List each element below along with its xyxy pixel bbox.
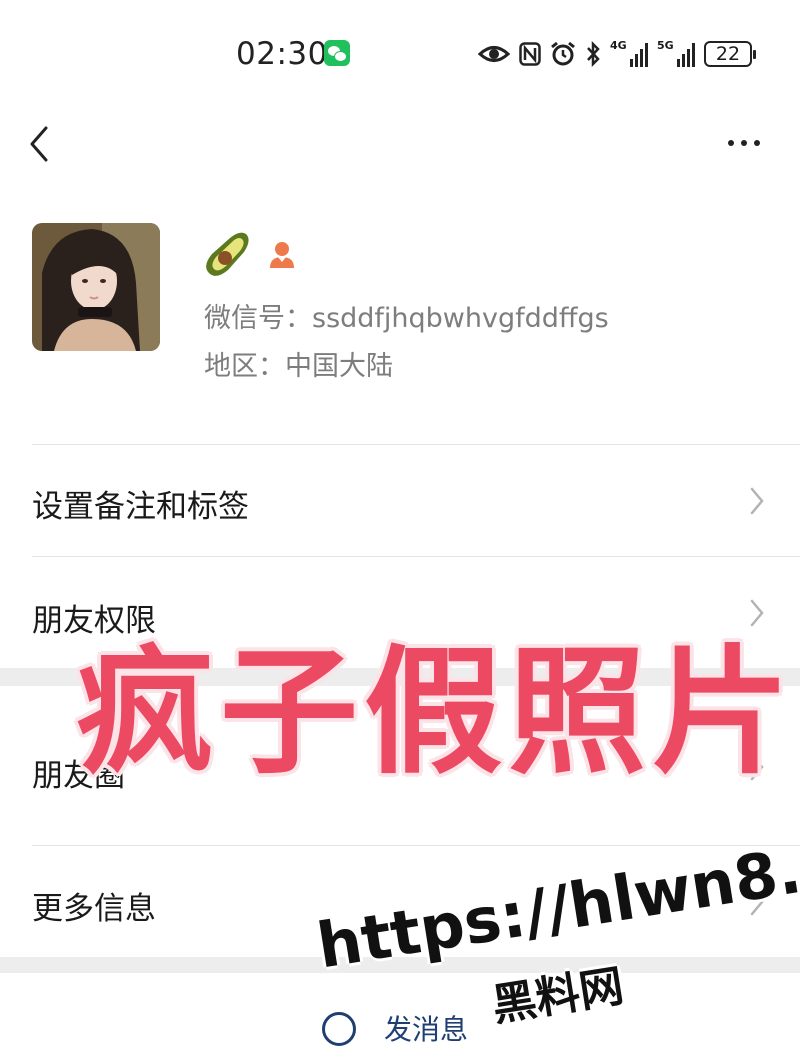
bluetooth-icon (587, 41, 600, 67)
region: 地区：中国大陆 (204, 351, 393, 382)
divider (32, 444, 800, 445)
alarm-icon (551, 41, 575, 66)
status-icons: 4G 5G 22 (478, 36, 756, 72)
battery-icon: 22 (704, 41, 756, 67)
divider (32, 845, 800, 846)
chat-bubble-icon[interactable] (322, 1012, 356, 1046)
row-label: 更多信息 (32, 891, 156, 927)
eye-icon (478, 46, 510, 62)
avocado-emoji-icon (206, 232, 249, 276)
status-bar: 02:30 4G 5G 22 (0, 0, 800, 110)
more-options-button[interactable] (718, 128, 770, 158)
chevron-right-icon (750, 487, 764, 515)
overlay-banner: 疯子假照片 (76, 632, 797, 793)
battery-level: 22 (715, 43, 741, 65)
network-type-label: 5G (657, 39, 674, 52)
signal-5g-icon: 5G (657, 39, 695, 67)
signal-4g-icon: 4G (610, 39, 648, 67)
row-remark-tags[interactable]: 设置备注和标签 (0, 446, 800, 556)
person-icon (270, 242, 294, 268)
divider (32, 556, 800, 557)
wechat-notification-icon (324, 40, 350, 66)
nfc-icon (519, 42, 541, 66)
network-type-label: 4G (610, 39, 627, 52)
nickname-emoji-row (204, 228, 298, 280)
send-message-button[interactable]: 发消息 (384, 1008, 468, 1048)
avatar[interactable] (32, 223, 160, 351)
back-button[interactable] (22, 122, 62, 166)
status-time: 02:30 (236, 36, 328, 72)
row-label: 设置备注和标签 (32, 489, 249, 525)
chevron-left-icon (30, 126, 48, 162)
more-dots-icon (728, 140, 734, 146)
wechat-id: 微信号：ssddfjhqbwhvgfddffgs (204, 303, 609, 334)
